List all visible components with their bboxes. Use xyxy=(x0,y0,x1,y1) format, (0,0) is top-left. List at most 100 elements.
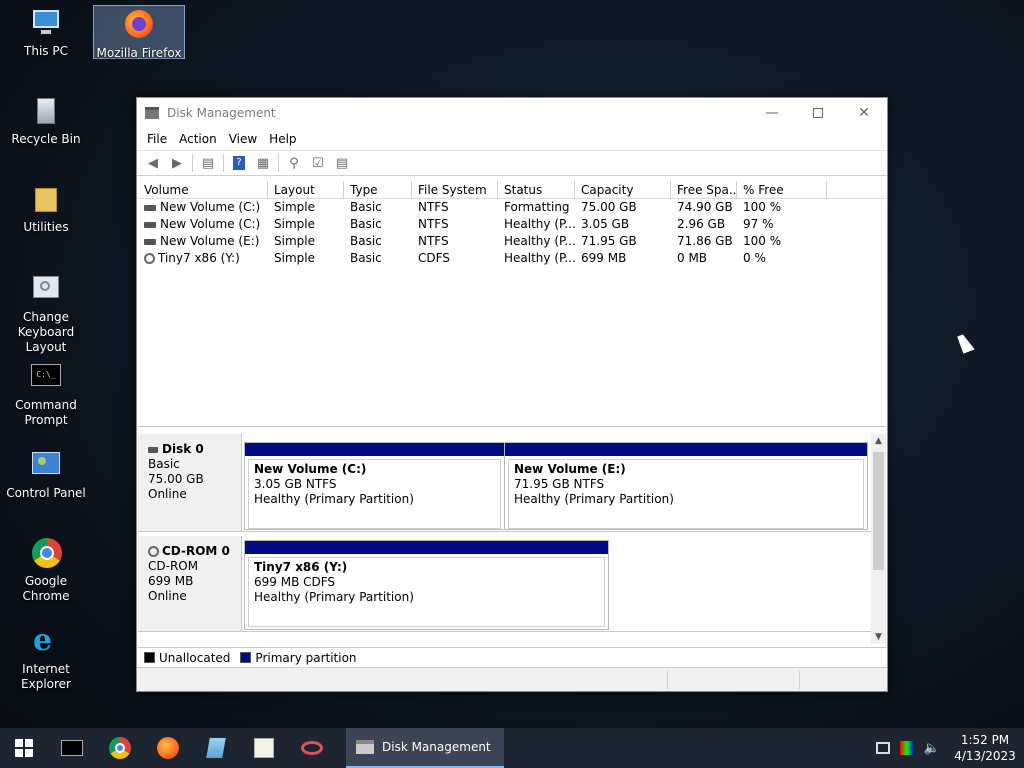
taskbar-chrome[interactable] xyxy=(96,728,144,768)
column-header-percent-free[interactable]: % Free xyxy=(737,181,827,198)
column-header-status[interactable]: Status xyxy=(498,181,575,198)
desktop-icon-recycle-bin[interactable]: Recycle Bin xyxy=(0,94,92,147)
start-button[interactable] xyxy=(0,728,48,768)
taskbar-command-prompt[interactable] xyxy=(48,728,96,768)
drive-icon xyxy=(144,221,156,228)
legend: Unallocated Primary partition xyxy=(138,647,886,667)
drive-icon xyxy=(144,204,156,211)
menu-action[interactable]: Action xyxy=(173,132,223,146)
legend-primary-partition: Primary partition xyxy=(255,650,357,665)
control-panel-icon xyxy=(29,448,63,482)
desktop-icon-utilities[interactable]: Utilities xyxy=(0,182,92,235)
disk-row-cd-rom-0: CD-ROM 0 CD-ROM 699 MB Online Tiny7 x86 … xyxy=(138,536,871,632)
partition-c[interactable]: New Volume (C:) 3.05 GB NTFS Healthy (Pr… xyxy=(244,442,505,530)
show-hide-console-tree-icon[interactable]: ▤ xyxy=(198,154,218,172)
desktop-icon-label: Recycle Bin xyxy=(11,132,81,146)
windows-logo-icon xyxy=(15,739,33,757)
menu-view[interactable]: View xyxy=(223,132,263,146)
terminal-icon xyxy=(61,740,83,756)
volume-muted-icon[interactable]: 🔈 xyxy=(924,741,940,756)
drive-icon xyxy=(144,238,156,245)
taskbar-firefox[interactable] xyxy=(144,728,192,768)
column-header-type[interactable]: Type xyxy=(344,181,412,198)
column-header-free-space[interactable]: Free Spa... xyxy=(671,181,737,198)
desktop-icon-label: Command Prompt xyxy=(15,398,77,427)
clock-date: 4/13/2023 xyxy=(954,749,1016,763)
column-header-volume[interactable]: Volume xyxy=(138,181,268,198)
column-header-capacity[interactable]: Capacity xyxy=(575,181,671,198)
desktop-icon-keyboard-layout[interactable]: Change Keyboard Layout xyxy=(0,272,92,355)
clock[interactable]: 1:52 PM 4/13/2023 xyxy=(950,732,1020,764)
taskbar-snipping-tool[interactable] xyxy=(288,728,336,768)
maximize-button[interactable] xyxy=(795,98,841,128)
volume-list-header: Volume Layout Type File System Status Ca… xyxy=(138,181,886,199)
folder-icon xyxy=(29,182,63,216)
internet-explorer-icon: e xyxy=(33,623,53,658)
column-header-layout[interactable]: Layout xyxy=(268,181,344,198)
help-icon[interactable]: ? xyxy=(229,154,249,172)
desktop-icon-internet-explorer[interactable]: e Internet Explorer xyxy=(0,624,92,692)
desktop-icon-command-prompt[interactable]: C:\_ Command Prompt xyxy=(0,360,92,428)
primary-partition-bar xyxy=(245,443,504,456)
scrollbar-thumb[interactable] xyxy=(873,452,884,570)
desktop-icon-chrome[interactable]: Google Chrome xyxy=(0,536,92,604)
minimize-button[interactable]: — xyxy=(749,98,795,128)
desktop-icon-this-pc[interactable]: This PC xyxy=(0,6,92,59)
partition-y[interactable]: Tiny7 x86 (Y:) 699 MB CDFS Healthy (Prim… xyxy=(244,540,609,630)
cd-drive-icon xyxy=(148,546,159,557)
cd-rom-0-label[interactable]: CD-ROM 0 CD-ROM 699 MB Online xyxy=(138,536,242,631)
desktop-icon-label: Google Chrome xyxy=(22,574,70,603)
menu-file[interactable]: File xyxy=(141,132,173,146)
desktop-icon-control-panel[interactable]: Control Panel xyxy=(0,448,92,501)
table-row[interactable]: New Volume (E:) Simple Basic NTFS Health… xyxy=(138,233,886,250)
volume-list: Volume Layout Type File System Status Ca… xyxy=(138,181,886,427)
table-row[interactable]: New Volume (C:) Simple Basic NTFS Health… xyxy=(138,216,886,233)
monitor-icon xyxy=(29,6,63,40)
disk-icon xyxy=(148,446,158,453)
network-icon[interactable] xyxy=(875,742,890,754)
legend-unallocated: Unallocated xyxy=(159,650,231,665)
column-header-file-system[interactable]: File System xyxy=(412,181,498,198)
color-app-icon[interactable] xyxy=(899,741,914,755)
terminal-icon: C:\_ xyxy=(29,360,63,394)
chart-icon xyxy=(254,738,274,758)
scroll-up-icon[interactable]: ▲ xyxy=(871,434,886,448)
title-bar[interactable]: Disk Management — ✕ xyxy=(137,98,887,128)
disk-graphical-view: Disk 0 Basic 75.00 GB Online New Volume … xyxy=(138,434,886,644)
mouse-cursor-icon xyxy=(957,332,975,354)
disk-management-icon xyxy=(356,740,374,754)
keyboard-settings-icon xyxy=(29,272,63,306)
forward-arrow-icon[interactable]: ▶ xyxy=(167,154,187,172)
disk-management-window: Disk Management — ✕ File Action View Hel… xyxy=(136,97,888,692)
primary-partition-bar xyxy=(505,443,867,456)
checklist-icon[interactable]: ☑ xyxy=(308,154,328,172)
table-row[interactable]: Tiny7 x86 (Y:) Simple Basic CDFS Healthy… xyxy=(138,250,886,267)
primary-partition-swatch xyxy=(240,652,252,663)
scroll-down-icon[interactable]: ▼ xyxy=(871,630,886,644)
disk-0-label[interactable]: Disk 0 Basic 75.00 GB Online xyxy=(138,434,242,531)
menu-help[interactable]: Help xyxy=(263,132,302,146)
taskbar-notes[interactable] xyxy=(192,728,240,768)
firefox-icon xyxy=(157,737,179,759)
close-button[interactable]: ✕ xyxy=(841,98,887,128)
recycle-bin-icon xyxy=(29,94,63,128)
table-row[interactable]: New Volume (C:) Simple Basic NTFS Format… xyxy=(138,199,886,216)
unallocated-swatch xyxy=(144,652,155,663)
back-arrow-icon[interactable]: ◀ xyxy=(143,154,163,172)
scissors-icon xyxy=(301,741,323,755)
taskbar-disk-management[interactable]: Disk Management xyxy=(346,728,504,768)
clock-time: 1:52 PM xyxy=(960,733,1010,747)
window-title: Disk Management xyxy=(167,106,276,120)
rescan-disks-icon[interactable]: ⚲ xyxy=(284,154,304,172)
system-tray: 🔈 1:52 PM 4/13/2023 xyxy=(875,728,1024,768)
disk-view-scrollbar[interactable]: ▲ ▼ xyxy=(871,434,886,644)
cd-drive-icon xyxy=(144,253,155,264)
properties-icon[interactable]: ▦ xyxy=(253,154,273,172)
desktop-icon-label: This PC xyxy=(24,44,68,58)
desktop-icon-label: Control Panel xyxy=(6,486,86,500)
desktop-icon-firefox[interactable]: Mozilla Firefox xyxy=(93,5,185,60)
taskbar-task-manager[interactable] xyxy=(240,728,288,768)
settings-list-icon[interactable]: ▤ xyxy=(332,154,352,172)
partition-e[interactable]: New Volume (E:) 71.95 GB NTFS Healthy (P… xyxy=(504,442,868,530)
disk-management-icon xyxy=(145,107,159,119)
